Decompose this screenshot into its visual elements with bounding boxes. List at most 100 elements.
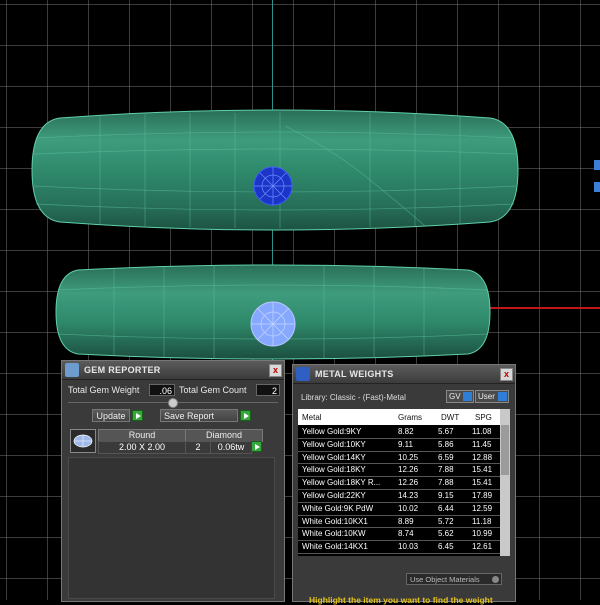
user-info-icon [498, 392, 507, 401]
metal-cell: Yellow Gold:18KY R... [302, 478, 381, 488]
metal-weights-table: Metal Grams DWT SPG Yellow Gold:9KY 8.82 5… [298, 409, 500, 556]
total-gem-weight-value: .06 [149, 384, 175, 396]
grams-cell: 8.89 [398, 516, 414, 526]
metal-cell: White Gold:9K PdW [302, 503, 374, 513]
ring-front-view[interactable] [54, 264, 492, 360]
metal-weights-titlebar[interactable]: METAL WEIGHTS x [293, 365, 515, 384]
update-go-icon[interactable] [132, 410, 143, 421]
metal-cell: White Gold:10KW [302, 529, 366, 539]
update-button[interactable]: Update [92, 409, 130, 422]
slider-knob-icon[interactable] [168, 398, 178, 408]
grams-cell: 10.02 [398, 503, 419, 513]
ring-top-view[interactable] [30, 108, 520, 232]
close-icon[interactable]: x [500, 368, 513, 381]
dwt-cell: 7.88 [438, 465, 454, 475]
panel-title: METAL WEIGHTS [315, 369, 394, 379]
table-header: Metal Grams DWT SPG [298, 409, 500, 425]
dwt-cell: 6.59 [438, 452, 454, 462]
chevron-down-icon [492, 576, 499, 583]
library-label: Library: Classic - (Fast)-Metal [301, 393, 406, 402]
table-row[interactable]: Yellow Gold:14KY 10.25 6.59 12.88 [298, 452, 500, 465]
grams-cell: 12.26 [398, 478, 419, 488]
total-gem-count-value: 2 [256, 384, 280, 396]
gem-weight-cell: 0.06tw [210, 441, 252, 454]
spg-cell: 15.41 [472, 478, 493, 488]
dwt-cell: 6.45 [438, 542, 454, 552]
gv-toggle[interactable]: GV [446, 390, 474, 403]
dwt-cell: 6.44 [438, 503, 454, 513]
table-row[interactable]: Yellow Gold:18KY 12.26 7.88 15.41 [298, 464, 500, 478]
grams-cell: 11.43 [398, 555, 417, 556]
grams-cell: 10.03 [398, 542, 419, 552]
metal-cell: White Gold:10KX1 [302, 516, 368, 526]
scrollbar-thumb[interactable] [501, 425, 509, 475]
metal-cell: Yellow Gold:18KY [302, 465, 366, 475]
dwt-cell: 9.15 [438, 490, 454, 500]
gem-dark-icon [253, 166, 293, 206]
table-row[interactable]: White Gold:9K PdW 10.02 6.44 12.59 [298, 503, 500, 516]
table-row[interactable]: White Gold:10KW 8.74 5.62 10.99 [298, 528, 500, 542]
edge-marker-icon [594, 160, 600, 170]
grams-cell: 14.23 [398, 490, 419, 500]
spg-cell: 12.61 [472, 542, 493, 552]
grams-cell: 10.25 [398, 452, 419, 462]
grams-cell: 8.74 [398, 529, 414, 539]
col-spg: SPG [475, 413, 492, 422]
spg-cell: 11.45 [472, 439, 492, 449]
table-row[interactable]: White Gold:14K PdW 11.43 7.35 14.37 [298, 554, 500, 556]
total-gem-weight-label: Total Gem Weight [68, 385, 140, 395]
gem-reporter-icon [65, 363, 79, 377]
table-row[interactable]: Yellow Gold:10KY 9.11 5.86 11.45 [298, 439, 500, 452]
table-body: Yellow Gold:9KY 8.82 5.67 11.08 Yellow Gold:… [298, 426, 500, 556]
panel-title: GEM REPORTER [84, 365, 161, 375]
dwt-cell: 5.72 [438, 516, 454, 526]
table-row[interactable]: Yellow Gold:22KY 14.23 9.15 17.89 [298, 490, 500, 503]
gv-info-icon [463, 392, 472, 401]
use-object-materials-select[interactable]: Use Object Materials [406, 573, 502, 585]
table-row[interactable]: White Gold:10KX1 8.89 5.72 11.18 [298, 516, 500, 529]
metal-cell: White Gold:14K PdW [302, 555, 378, 556]
dwt-cell: 7.88 [438, 478, 454, 488]
metal-cell: Yellow Gold:22KY [302, 490, 366, 500]
col-dwt: DWT [441, 413, 460, 422]
total-gem-count-label: Total Gem Count [179, 385, 247, 395]
spg-cell: 17.89 [472, 490, 493, 500]
dwt-cell: 7.35 [438, 555, 454, 556]
save-report-go-icon[interactable] [240, 410, 251, 421]
table-row[interactable]: White Gold:14KX1 10.03 6.45 12.61 [298, 541, 500, 554]
spg-cell: 11.08 [472, 427, 492, 436]
grams-cell: 12.26 [398, 465, 419, 475]
spg-cell: 11.18 [472, 516, 492, 526]
gem-qty-cell: 2 [185, 441, 211, 454]
gem-reporter-titlebar[interactable]: GEM REPORTER x [62, 361, 284, 380]
totals-row: Total Gem Weight .06 Total Gem Count 2 [66, 384, 280, 398]
gem-list-empty-area [68, 457, 275, 599]
table-row[interactable]: Yellow Gold:9KY 8.82 5.67 11.08 [298, 426, 500, 439]
col-grams: Grams [398, 413, 422, 422]
hint-text: Highlight the item you want to find the … [309, 595, 493, 605]
gem-light-icon [250, 301, 296, 347]
metal-cell: Yellow Gold:9KY [302, 427, 362, 436]
gem-thumbnail-icon[interactable] [70, 429, 96, 453]
col-metal: Metal [302, 413, 322, 422]
dwt-cell: 5.62 [438, 529, 454, 539]
spg-cell: 15.41 [472, 465, 493, 475]
dwt-cell: 5.67 [438, 427, 454, 436]
gem-row-go-icon[interactable] [251, 441, 262, 452]
save-report-button[interactable]: Save Report [160, 409, 238, 422]
metal-cell: Yellow Gold:14KY [302, 452, 366, 462]
table-row[interactable]: Yellow Gold:18KY R... 12.26 7.88 15.41 [298, 477, 500, 490]
grams-cell: 8.82 [398, 427, 414, 436]
metal-cell: Yellow Gold:10KY [302, 439, 366, 449]
metal-cell: White Gold:14KX1 [302, 542, 368, 552]
gem-list: Round Diamond 2.00 X 2.00 2 0.06tw [68, 428, 273, 456]
table-scrollbar[interactable] [500, 409, 510, 556]
close-icon[interactable]: x [269, 364, 282, 377]
spg-cell: 14.37 [472, 555, 492, 556]
spg-cell: 12.88 [472, 452, 493, 462]
gem-reporter-panel: GEM REPORTER x Total Gem Weight .06 Tota… [61, 360, 285, 602]
gem-size-cell: 2.00 X 2.00 [98, 441, 186, 454]
user-toggle[interactable]: User [475, 390, 509, 403]
x-axis-red-line [488, 307, 600, 309]
grams-cell: 9.11 [398, 439, 413, 449]
